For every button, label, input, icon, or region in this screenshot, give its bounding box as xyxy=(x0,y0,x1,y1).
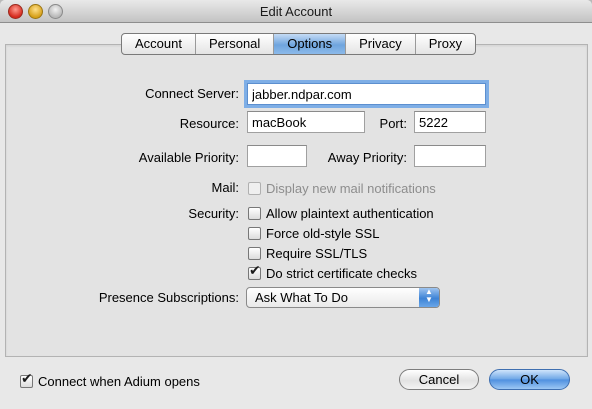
strict-cert-checks-option[interactable]: ✔ Do strict certificate checks xyxy=(248,263,417,281)
tab-personal[interactable]: Personal xyxy=(196,34,275,54)
resource-input[interactable] xyxy=(247,111,365,133)
connect-server-input[interactable] xyxy=(247,83,486,105)
connect-on-open-option[interactable]: ✔ Connect when Adium opens xyxy=(20,371,200,389)
available-priority-label: Available Priority: xyxy=(138,150,239,165)
away-priority-label: Away Priority: xyxy=(327,150,407,165)
tab-privacy[interactable]: Privacy xyxy=(346,34,416,54)
presence-subscriptions-label: Presence Subscriptions: xyxy=(98,290,239,305)
edit-account-window: Edit Account Account Personal Options Pr… xyxy=(0,0,592,409)
port-input[interactable] xyxy=(414,111,486,133)
require-ssl-tls-checkbox[interactable] xyxy=(248,246,261,260)
mail-notifications-label: Display new mail notifications xyxy=(266,180,436,196)
port-label: Port: xyxy=(379,116,407,131)
connect-on-open-checkbox[interactable]: ✔ xyxy=(20,371,33,388)
tab-options[interactable]: Options xyxy=(274,34,347,54)
up-down-arrows-icon: ▲ ▼ xyxy=(419,288,439,307)
ok-button[interactable]: OK xyxy=(489,369,570,390)
checkmark-icon: ✔ xyxy=(249,262,261,279)
tab-account[interactable]: Account xyxy=(122,34,196,54)
require-ssl-tls-option[interactable]: Require SSL/TLS xyxy=(248,245,367,261)
available-priority-input[interactable] xyxy=(247,145,307,167)
allow-plaintext-checkbox[interactable] xyxy=(248,206,261,220)
mail-label: Mail: xyxy=(211,180,239,195)
force-old-ssl-checkbox[interactable] xyxy=(248,226,261,240)
mail-notifications-option: Display new mail notifications xyxy=(248,180,436,196)
strict-cert-checks-label: Do strict certificate checks xyxy=(266,265,417,281)
away-priority-input[interactable] xyxy=(414,145,486,167)
require-ssl-tls-label: Require SSL/TLS xyxy=(266,245,368,261)
window-title: Edit Account xyxy=(259,4,333,19)
presence-subscriptions-value: Ask What To Do xyxy=(255,290,348,305)
strict-cert-checks-checkbox[interactable]: ✔ xyxy=(248,263,261,280)
force-old-ssl-label: Force old-style SSL xyxy=(266,225,380,241)
allow-plaintext-label: Allow plaintext authentication xyxy=(266,205,434,221)
connect-on-open-label: Connect when Adium opens xyxy=(38,373,200,389)
tab-bar: Account Personal Options Privacy Proxy xyxy=(121,33,476,55)
connect-server-label: Connect Server: xyxy=(145,86,239,101)
checkmark-icon: ✔ xyxy=(21,370,33,387)
mail-notifications-checkbox[interactable] xyxy=(248,181,261,195)
resource-label: Resource: xyxy=(179,116,239,131)
security-label: Security: xyxy=(188,206,239,221)
tab-proxy[interactable]: Proxy xyxy=(416,34,475,54)
allow-plaintext-option[interactable]: Allow plaintext authentication xyxy=(248,205,434,221)
presence-subscriptions-select[interactable]: Ask What To Do ▲ ▼ xyxy=(246,287,440,308)
cancel-button[interactable]: Cancel xyxy=(399,369,479,390)
force-old-ssl-option[interactable]: Force old-style SSL xyxy=(248,225,379,241)
title-bar: Edit Account xyxy=(0,0,592,23)
